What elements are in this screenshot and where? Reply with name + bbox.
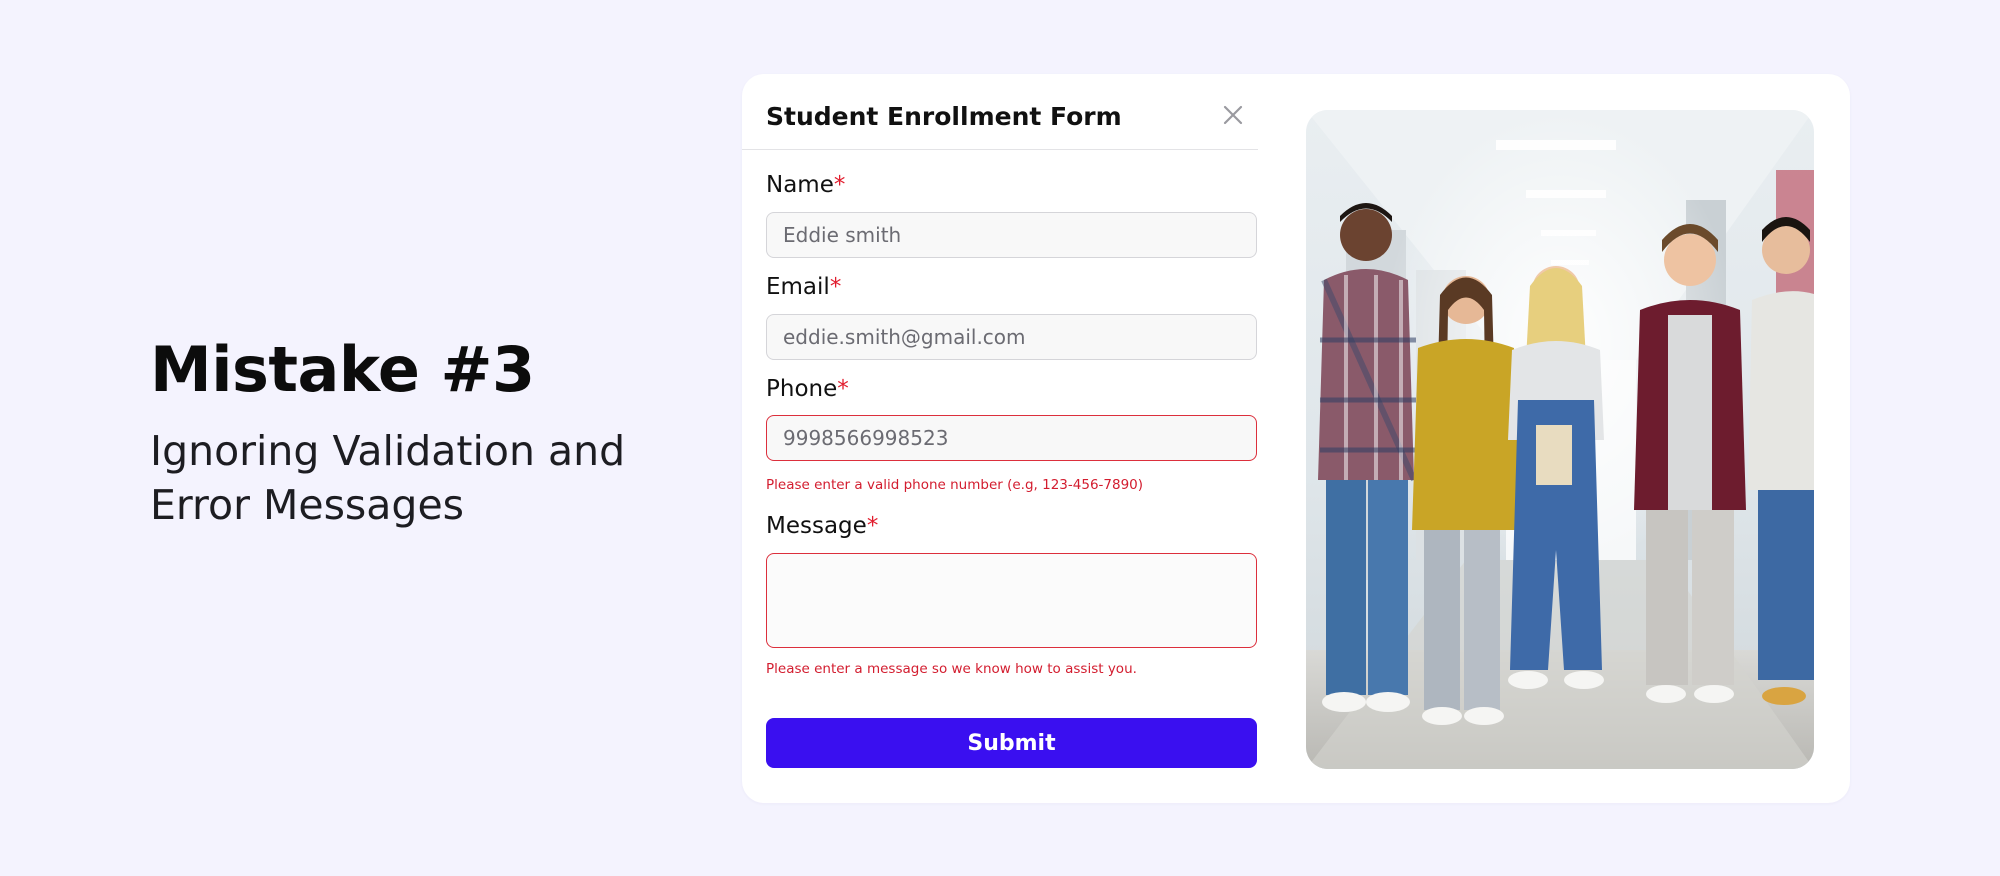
email-label-text: Email [766, 274, 830, 300]
submit-button[interactable]: Submit [766, 718, 1257, 768]
phone-label: Phone* [766, 376, 849, 402]
enrollment-card: Student Enrollment Form Name* Email* Pho… [742, 74, 1850, 803]
phone-input[interactable] [766, 415, 1257, 461]
header-divider [742, 149, 1258, 150]
message-label-text: Message [766, 513, 867, 539]
close-icon [1223, 105, 1243, 125]
message-error-message: Please enter a message so we know how to… [766, 661, 1137, 677]
hero-subtitle: Ignoring Validation and Error Messages [150, 427, 626, 529]
close-button[interactable] [1218, 100, 1248, 130]
required-marker: * [866, 513, 879, 539]
name-label-text: Name [766, 172, 834, 198]
phone-error-message: Please enter a valid phone number (e.g, … [766, 477, 1144, 493]
message-textarea[interactable] [766, 553, 1257, 648]
email-input[interactable] [766, 314, 1257, 360]
name-label: Name* [766, 172, 845, 198]
required-marker: * [829, 274, 842, 300]
name-input[interactable] [766, 212, 1257, 258]
required-marker: * [833, 172, 846, 198]
email-label: Email* [766, 274, 841, 300]
required-marker: * [837, 376, 849, 402]
students-photo [1306, 110, 1814, 769]
message-label: Message* [766, 513, 878, 539]
phone-label-text: Phone [766, 376, 838, 402]
form-title: Student Enrollment Form [766, 102, 1122, 131]
hero-title: Mistake #3 [150, 333, 535, 406]
